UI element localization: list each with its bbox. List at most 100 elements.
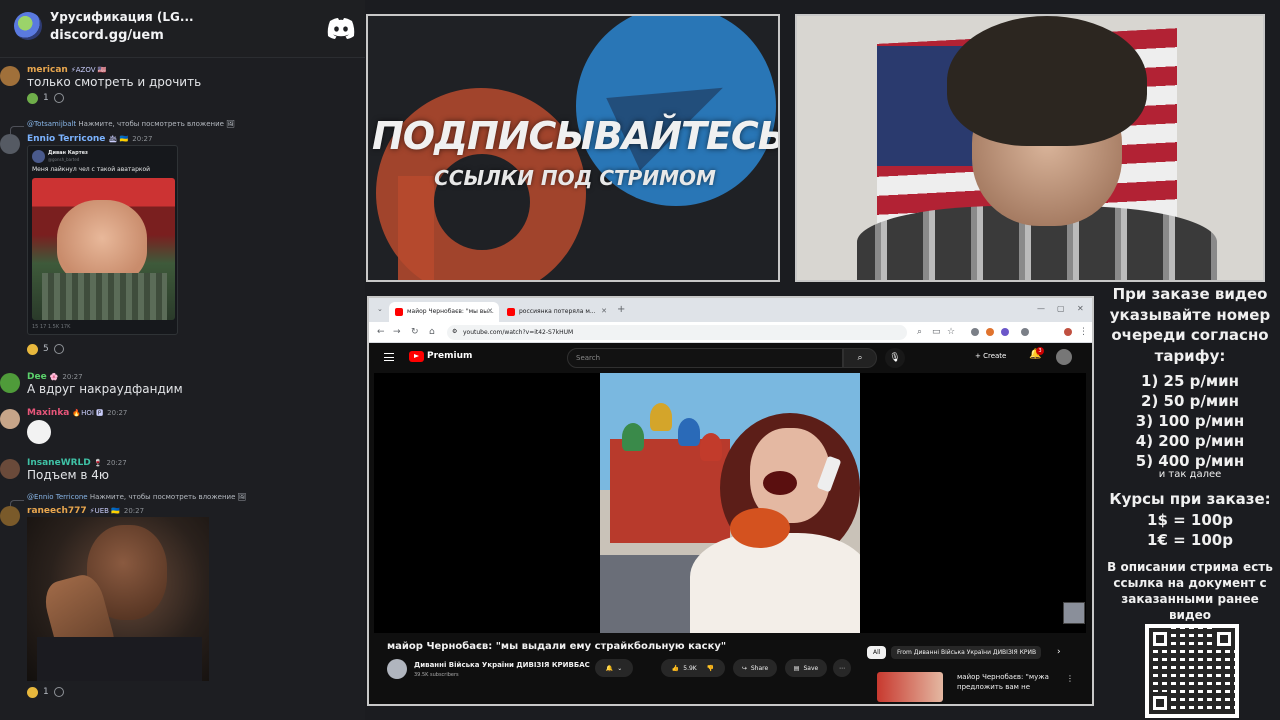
user-avatar[interactable] [0, 66, 20, 86]
more-vert-icon[interactable]: ⋮ [1066, 674, 1074, 683]
share-button[interactable]: ↪ Share [733, 659, 777, 677]
chat-message: Dee 🌸 20:27 А вдруг накраудфандим [0, 370, 365, 402]
channel-watermark[interactable] [1063, 602, 1085, 624]
profile-icon[interactable] [1064, 328, 1072, 336]
user-avatar[interactable] [0, 459, 20, 479]
more-actions-button[interactable]: ⋯ [833, 659, 851, 677]
recommended-title[interactable]: майор Чернобаєв: "мужа предложить вам не… [957, 672, 1057, 694]
dome [650, 403, 672, 431]
message-author[interactable]: Ennio Terricone 🛳 🇺🇦 20:27 [27, 134, 152, 144]
back-icon[interactable]: ← [377, 327, 385, 337]
user-avatar[interactable] [0, 134, 20, 154]
thumbs-up-icon: 👍 [671, 664, 680, 672]
add-reaction-icon[interactable] [53, 93, 64, 103]
zoom-icon[interactable]: ⌕ [917, 327, 922, 337]
image-icon: 🖼 [226, 120, 236, 128]
extension-icon[interactable] [1001, 328, 1009, 336]
reload-icon[interactable]: ↻ [411, 327, 419, 337]
reaction-bar[interactable]: 1 [27, 91, 64, 105]
user-avatar[interactable] [0, 373, 20, 393]
reply-preview[interactable]: @Totsamijbalt Нажмите, чтобы посмотреть … [27, 120, 235, 128]
thumbs-down-icon[interactable]: 👎 [707, 665, 714, 672]
message-author[interactable]: Dee 🌸 20:27 [27, 372, 83, 382]
forward-icon[interactable]: → [393, 327, 401, 337]
server-icon[interactable] [14, 12, 42, 40]
message-author[interactable]: InsaneWRLD 🍷 20:27 [27, 458, 127, 468]
video-player[interactable] [374, 373, 1086, 633]
rate-item: 1$ = 100р [1147, 511, 1233, 529]
tweet-image[interactable] [32, 178, 175, 320]
search-button[interactable]: ⌕ [843, 348, 877, 368]
sticker-image[interactable] [27, 420, 51, 444]
add-reaction-icon[interactable] [53, 687, 64, 697]
channel-name[interactable]: Диванні Війська України ДИВІЗІЯ КРИВБАС [414, 661, 590, 669]
menu-hamburger-icon[interactable] [384, 353, 394, 361]
message-author[interactable]: raneech777 ⚡UEB 🇺🇦 20:27 [27, 506, 144, 516]
user-avatar[interactable] [0, 409, 20, 429]
dome [700, 433, 722, 461]
subscriber-count: 39.5K subscribers [414, 672, 459, 678]
user-badge: 🛳 🇺🇦 [108, 135, 129, 143]
minimize-icon[interactable]: — [1037, 304, 1045, 313]
tab-inactive[interactable]: россиянка потеряла м... ✕ [501, 302, 613, 322]
server-name[interactable]: Урусификация (LG... [50, 10, 194, 24]
message-time: 20:27 [62, 373, 83, 381]
notification-count-badge: 3 [1036, 347, 1044, 355]
recommended-thumbnail[interactable] [877, 672, 943, 702]
qr-code[interactable] [1145, 624, 1239, 718]
message-author[interactable]: merican ⚡AZOV 🇺🇸 [27, 65, 106, 75]
add-reaction-icon[interactable] [53, 344, 64, 354]
like-button[interactable]: 👍 5.9K 👎 [661, 659, 725, 677]
create-label: Create [983, 352, 1007, 360]
subscribe-promo-panel: ПОДПИСЫВАЙТЕСЬ ССЫЛКИ ПОД СТРИМОМ [366, 14, 780, 282]
subscribed-bell-button[interactable]: 🔔 ⌄ [595, 659, 633, 677]
close-tab-icon[interactable]: ✕ [601, 307, 607, 315]
chip-from-channel[interactable]: From Диванні Війська України ДИВІЗІЯ КРИ… [891, 646, 1041, 659]
chevron-right-icon[interactable]: › [1057, 647, 1061, 657]
browser-menu-icon[interactable]: ⋮ [1079, 327, 1088, 337]
attachment-image[interactable] [27, 517, 209, 681]
reaction-emoji-icon[interactable] [27, 343, 38, 355]
tweet-embed[interactable]: Диван Картез @gonsh_barted Меня лайкнул … [27, 145, 178, 335]
reaction-emoji-icon[interactable] [27, 686, 38, 698]
reaction-bar[interactable]: 1 [27, 685, 64, 699]
woman-scarf [730, 508, 790, 548]
server-invite-link[interactable]: discord.gg/uem [50, 28, 164, 43]
youtube-premium-brand[interactable]: Premium [427, 351, 472, 361]
message-author[interactable]: Maxinka 🔥HOI 🅿 20:27 [27, 408, 127, 418]
youtube-logo-icon[interactable] [409, 351, 424, 362]
home-icon[interactable]: ⌂ [429, 327, 435, 337]
close-window-icon[interactable]: ✕ [1077, 304, 1084, 313]
account-avatar[interactable] [1056, 349, 1072, 365]
maximize-icon[interactable]: ▢ [1057, 304, 1065, 313]
cast-icon[interactable]: ▭ [932, 327, 941, 337]
search-input[interactable]: Search [567, 348, 843, 368]
url-input[interactable]: ⚙ youtube.com/watch?v=it42-S7kHUM [447, 325, 907, 340]
new-tab-button[interactable]: + [617, 304, 625, 315]
channel-avatar[interactable] [387, 659, 407, 679]
user-badge: 🔥HOI 🅿 [72, 409, 104, 417]
close-tab-icon[interactable]: ✕ [487, 307, 493, 315]
tab-active[interactable]: майор Чернобаєв: "мы вы... ✕ [389, 302, 499, 322]
extension-icon[interactable] [986, 328, 994, 336]
reply-text: Нажмите, чтобы посмотреть вложение [89, 493, 236, 501]
reply-author: @Ennio Terricone [27, 493, 88, 501]
reaction-bar[interactable]: 5 [27, 342, 64, 356]
user-badge: 🍷 [93, 459, 103, 467]
extension-icon[interactable] [971, 328, 979, 336]
message-time: 20:27 [123, 507, 145, 515]
chip-all[interactable]: All [867, 646, 887, 659]
create-button[interactable]: + Create [975, 352, 1006, 360]
save-button[interactable]: ▤ Save [785, 659, 827, 677]
extensions-puzzle-icon[interactable] [1021, 328, 1029, 336]
site-info-icon[interactable]: ⚙ [452, 328, 457, 335]
discord-logo-icon [327, 18, 355, 39]
reaction-emoji-icon[interactable] [27, 92, 38, 104]
tweet-text: Меня лайкнул чел с такой аватаркой [32, 166, 151, 173]
tab-list-icon[interactable]: ⌄ [377, 305, 383, 313]
bookmark-star-icon[interactable]: ☆ [947, 327, 955, 337]
user-avatar[interactable] [0, 506, 20, 526]
voice-search-button[interactable]: 🎙 [885, 348, 905, 368]
reply-preview[interactable]: @Ennio Terricone Нажмите, чтобы посмотре… [27, 493, 247, 501]
dome [622, 423, 644, 451]
